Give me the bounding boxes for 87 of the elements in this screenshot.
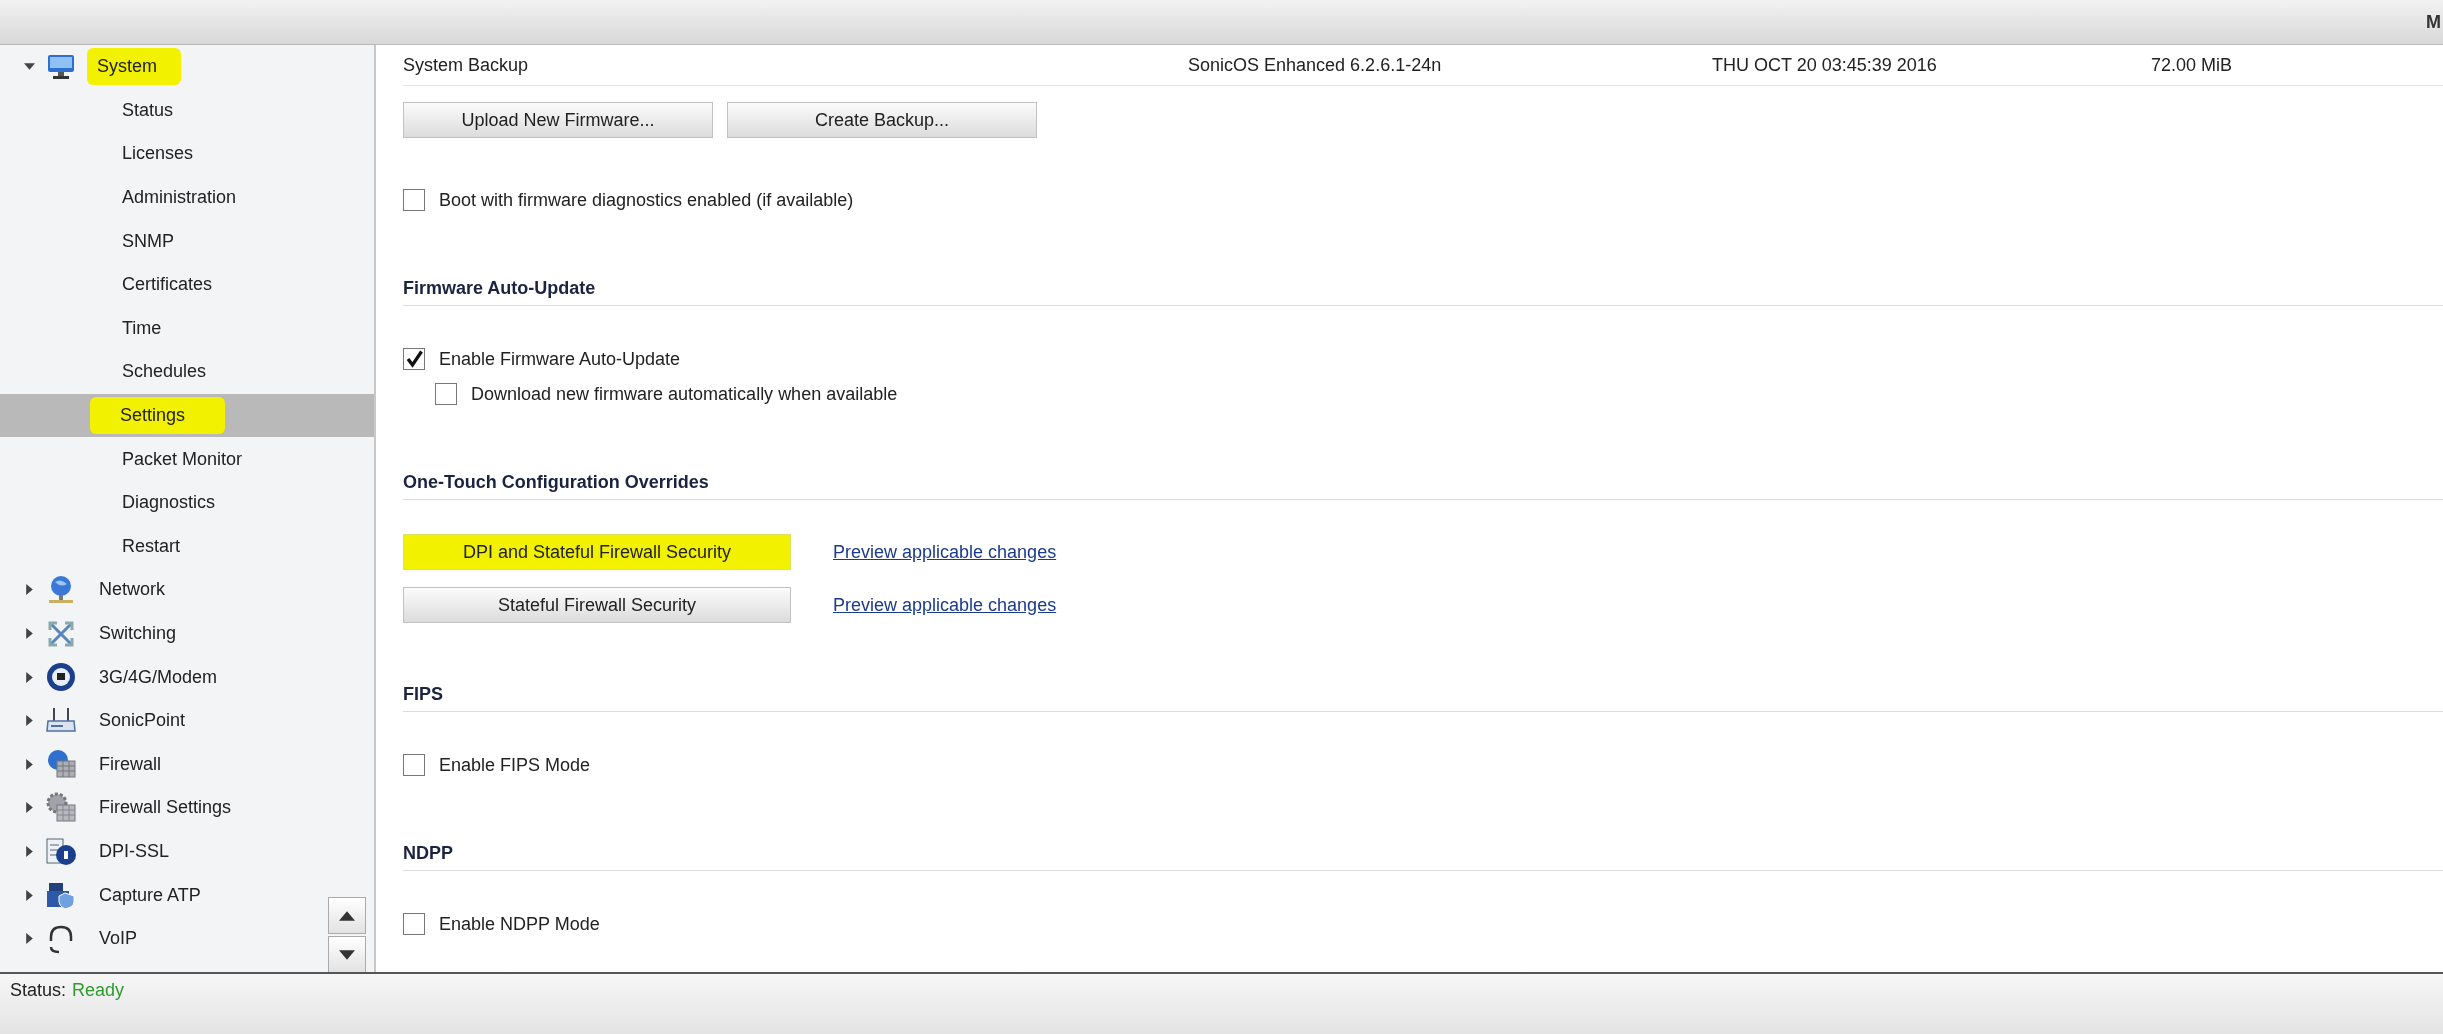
nav-item[interactable]: VoIP bbox=[0, 916, 374, 961]
caret-icon[interactable] bbox=[24, 628, 35, 639]
nav-subitem[interactable]: Licenses bbox=[0, 132, 374, 176]
scroll-down-button[interactable] bbox=[328, 936, 366, 972]
checkbox-label: Enable NDPP Mode bbox=[439, 913, 600, 935]
checkbox[interactable] bbox=[403, 913, 425, 935]
override-button[interactable]: Stateful Firewall Security bbox=[403, 587, 791, 623]
nav-label: Packet Monitor bbox=[121, 447, 244, 471]
nav-label: Diagnostics bbox=[121, 491, 217, 515]
nav-label: VoIP bbox=[98, 927, 139, 951]
nav-label: Settings bbox=[90, 397, 226, 435]
caret-icon[interactable] bbox=[24, 846, 35, 857]
checkbox[interactable] bbox=[403, 348, 425, 370]
gear-wall-icon bbox=[45, 791, 77, 824]
nav-item[interactable]: SonicPoint bbox=[0, 698, 374, 743]
caret-icon[interactable] bbox=[24, 61, 35, 73]
nav-subitem[interactable]: Diagnostics bbox=[0, 480, 374, 525]
checkbox-label: Boot with firmware diagnostics enabled (if available) bbox=[439, 189, 854, 211]
section-heading: FIPS bbox=[403, 677, 2443, 712]
nav-item[interactable]: 3G/4G/Modem bbox=[0, 655, 374, 699]
nav-label: Administration bbox=[121, 186, 238, 210]
preview-link[interactable]: Preview applicable changes bbox=[833, 541, 1057, 563]
nav-label: Licenses bbox=[121, 142, 195, 166]
column-header[interactable]: M bbox=[2426, 11, 2441, 33]
down-arrow-icon bbox=[339, 949, 355, 960]
nav-label: Network bbox=[98, 578, 166, 602]
nav-label: Certificates bbox=[121, 273, 214, 297]
table-cell-text: 72.00 MiB bbox=[2151, 54, 2234, 76]
up-arrow-icon bbox=[339, 910, 355, 921]
globe-wall-icon bbox=[45, 748, 77, 781]
table-cell-text: System Backup bbox=[403, 54, 530, 76]
status-value: Ready bbox=[72, 980, 125, 1002]
caret-icon[interactable] bbox=[24, 802, 35, 814]
document-lock-icon bbox=[45, 835, 77, 868]
action-button[interactable]: Upload New Firmware... bbox=[403, 102, 713, 138]
nav-item[interactable]: Firewall bbox=[0, 742, 374, 787]
nav-subitem[interactable]: Schedules bbox=[0, 350, 374, 394]
disc-icon bbox=[45, 661, 77, 694]
nav-label: DPI-SSL bbox=[98, 840, 171, 863]
nav-label: 3G/4G/Modem bbox=[98, 665, 219, 689]
nav-label: Status bbox=[121, 98, 175, 122]
nav-item[interactable]: Network bbox=[0, 568, 374, 612]
nav-subitem[interactable]: Administration bbox=[0, 175, 374, 220]
nav-subitem[interactable]: Status bbox=[0, 88, 374, 133]
nav-label: System bbox=[87, 48, 181, 86]
nav-item[interactable]: Capture ATP bbox=[0, 873, 374, 917]
nav-subitem[interactable]: Certificates bbox=[0, 262, 374, 307]
scroll-up-button[interactable] bbox=[328, 897, 366, 934]
section-heading: One-Touch Configuration Overrides bbox=[403, 465, 2443, 500]
checkbox-label: Enable FIPS Mode bbox=[439, 754, 591, 776]
nav-label: Firewall Settings bbox=[98, 796, 233, 820]
checkbox[interactable] bbox=[403, 754, 425, 776]
override-button[interactable]: DPI and Stateful Firewall Security bbox=[403, 534, 791, 570]
caret-icon[interactable] bbox=[24, 715, 35, 727]
nav-subitem[interactable]: Restart bbox=[0, 524, 374, 569]
caret-icon[interactable] bbox=[24, 933, 35, 945]
caret-icon[interactable] bbox=[24, 889, 35, 901]
nav-label: Time bbox=[121, 316, 163, 340]
checkbox[interactable] bbox=[435, 383, 457, 405]
nav-subitem[interactable]: Time bbox=[0, 306, 374, 351]
nav-label: SNMP bbox=[121, 229, 175, 253]
nav-subitem[interactable]: Packet Monitor bbox=[0, 437, 374, 481]
nav-label: Schedules bbox=[121, 360, 208, 384]
nav-label: SonicPoint bbox=[98, 709, 187, 733]
nav-item[interactable]: DPI-SSL bbox=[0, 829, 374, 874]
checkbox[interactable] bbox=[403, 189, 425, 211]
section-heading: Firmware Auto-Update bbox=[403, 271, 2443, 306]
nav-subitem[interactable]: SNMP bbox=[0, 219, 374, 263]
action-button[interactable]: Create Backup... bbox=[727, 102, 1037, 138]
caret-icon[interactable] bbox=[24, 758, 35, 770]
nav-item[interactable]: System bbox=[0, 45, 374, 89]
nav-label: Restart bbox=[121, 534, 182, 558]
caret-icon[interactable] bbox=[24, 671, 35, 683]
section-heading: NDPP bbox=[403, 836, 2443, 871]
table-cell-text: SonicOS Enhanced 6.2.6.1-24n bbox=[1188, 54, 1443, 76]
checkbox-label: Download new firmware automatically when available bbox=[471, 383, 898, 405]
nav-label: Capture ATP bbox=[98, 883, 202, 907]
nav-label: Firewall bbox=[98, 752, 162, 776]
nav-item[interactable]: Firewall Settings bbox=[0, 786, 374, 830]
nav-subitem[interactable]: Settings bbox=[0, 393, 374, 438]
nav-label: Switching bbox=[98, 622, 178, 645]
preview-link[interactable]: Preview applicable changes bbox=[833, 594, 1057, 616]
caret-icon[interactable] bbox=[24, 584, 35, 596]
nav-item[interactable]: Switching bbox=[0, 611, 374, 656]
status-label: Status: bbox=[10, 980, 67, 1002]
table-cell-text: THU OCT 20 03:45:39 2016 bbox=[1712, 54, 1938, 76]
checkbox-label: Enable Firmware Auto-Update bbox=[439, 348, 681, 370]
